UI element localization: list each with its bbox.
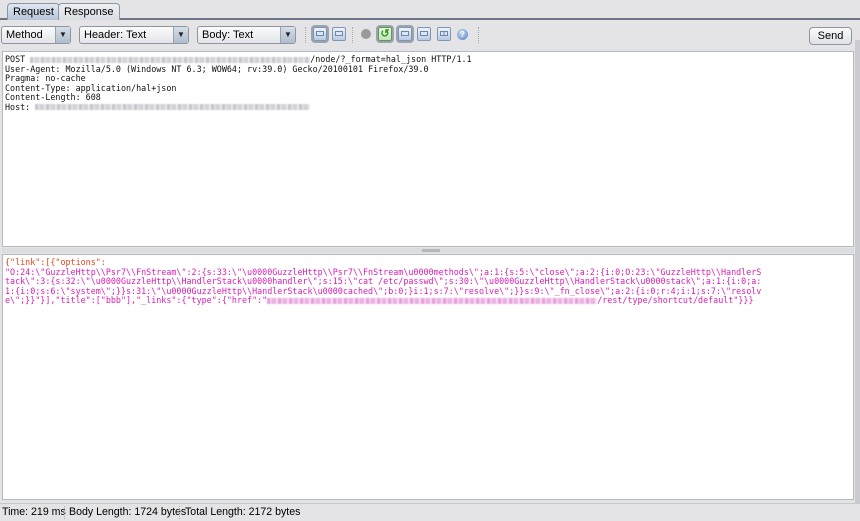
status-bar: Time: 219 ms Body Length: 1724 bytes Tot… xyxy=(0,503,860,520)
chevron-down-icon: ▼ xyxy=(280,27,295,43)
header-content-length: Content-Length: 608 xyxy=(5,92,101,103)
redacted-url xyxy=(267,297,598,304)
chevron-down-icon: ▼ xyxy=(55,27,70,43)
window-edge xyxy=(855,40,860,520)
record-dot-icon[interactable] xyxy=(361,29,371,39)
body-select-value: Body: Text xyxy=(202,29,254,41)
pane-splitter[interactable] xyxy=(2,248,854,253)
tab-response[interactable]: Response xyxy=(58,3,120,20)
status-separator xyxy=(179,506,180,519)
layout-vertical-icon[interactable] xyxy=(313,27,327,41)
toolbar-separator xyxy=(305,27,306,43)
request-body-editor[interactable]: {"link":[{"options": "O:24:\"GuzzleHttp\\… xyxy=(2,254,854,500)
redacted-host xyxy=(30,56,311,63)
header-format-select[interactable]: Header: Text ▼ xyxy=(79,26,189,44)
status-time: Time: 219 ms xyxy=(2,506,66,518)
status-separator xyxy=(64,506,65,519)
chevron-down-icon: ▼ xyxy=(173,27,188,43)
send-button[interactable]: Send xyxy=(809,27,852,45)
redacted-host xyxy=(35,104,311,111)
method-select[interactable]: Method ▼ xyxy=(1,26,71,44)
status-total-length: Total Length: 2172 bytes xyxy=(185,506,301,518)
header-user-agent: User-Agent: Mozilla/5.0 (Windows NT 6.3;… xyxy=(5,63,429,74)
header-host: Host: xyxy=(5,102,851,113)
view-single-icon[interactable] xyxy=(398,27,412,41)
body-format-select[interactable]: Body: Text ▼ xyxy=(197,26,296,44)
toolbar-separator xyxy=(352,27,353,43)
toolbar-separator xyxy=(478,27,479,43)
header-content-type: Content-Type: application/hal+json xyxy=(5,82,177,93)
toolbar: Method ▼ Header: Text ▼ Body: Text ▼ ↺ ? xyxy=(0,22,860,48)
splitter-grip[interactable] xyxy=(422,249,440,252)
tab-request[interactable]: Request xyxy=(7,3,60,20)
body-line: e\";}}"}],"title":["bbb"],"_links":{"typ… xyxy=(5,295,754,306)
request-headers-editor[interactable]: POST /node/?_format=hal_json HTTP/1.1 Use… xyxy=(2,51,854,247)
method-select-value: Method xyxy=(6,29,43,41)
layout-horizontal-icon[interactable] xyxy=(332,27,346,41)
view-split-v-icon[interactable] xyxy=(437,27,451,41)
status-body-length: Body Length: 1724 bytes xyxy=(69,506,187,518)
request-response-tabs: Request Response xyxy=(0,0,860,20)
header-select-value: Header: Text xyxy=(84,29,147,41)
follow-redirect-icon[interactable]: ↺ xyxy=(378,27,392,41)
view-split-h-icon[interactable] xyxy=(417,27,431,41)
help-icon[interactable]: ? xyxy=(457,29,468,40)
